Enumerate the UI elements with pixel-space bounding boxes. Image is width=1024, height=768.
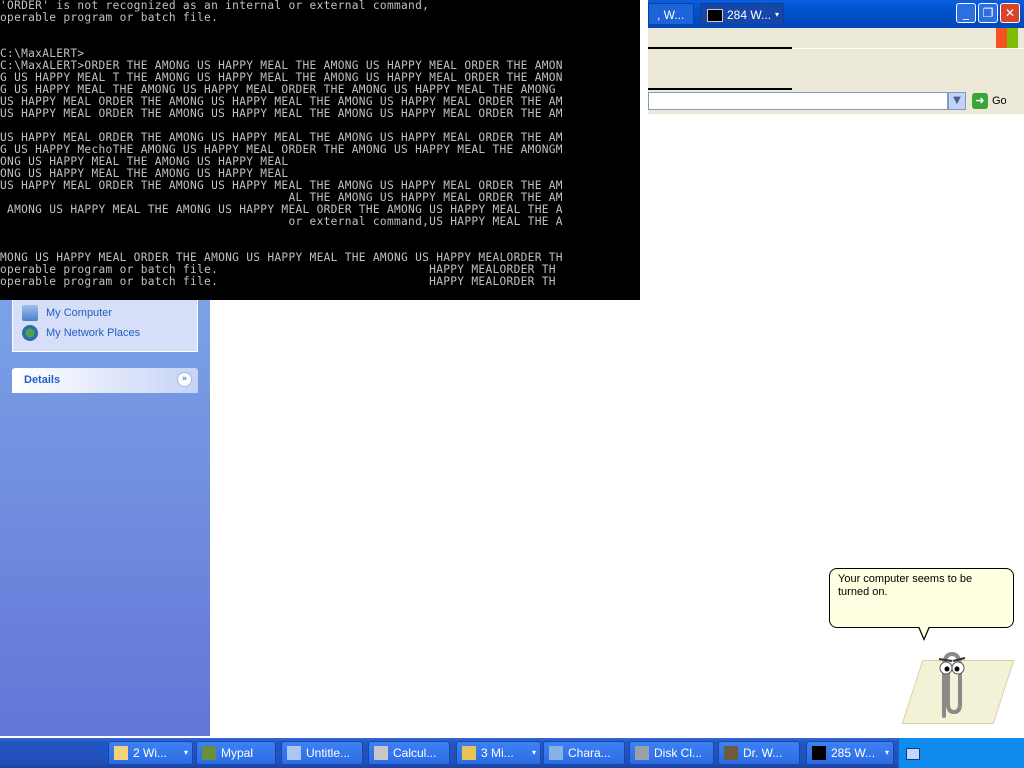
place-label: My Network Places xyxy=(46,327,141,339)
taskbar-button[interactable]: Untitle... xyxy=(281,741,363,765)
close-button[interactable]: ✕ xyxy=(1000,3,1020,23)
go-label: Go xyxy=(992,95,1007,107)
title-tab-1-label: , W... xyxy=(657,8,685,22)
clippy-speech-balloon: Your computer seems to be turned on. xyxy=(829,568,1014,628)
go-button[interactable]: ➜ Go xyxy=(972,92,1022,110)
address-dropdown-button[interactable]: ▼ xyxy=(948,92,966,110)
address-input[interactable] xyxy=(648,92,948,110)
taskbar-button-label: 285 W... xyxy=(831,746,876,760)
title-tab-1[interactable]: , W... xyxy=(648,3,694,25)
keyboard-icon[interactable] xyxy=(906,748,920,760)
taskbar-button-label: Untitle... xyxy=(306,746,351,760)
command-prompt-window[interactable]: 'ORDER' is not recognized as an internal… xyxy=(0,0,640,300)
menu-bar xyxy=(648,28,1024,48)
chevron-down-icon: ▾ xyxy=(774,10,779,19)
console-line: or external command,US HAPPY MEAL THE A xyxy=(0,215,563,228)
task-pane xyxy=(0,300,210,736)
cmd-icon xyxy=(707,9,723,23)
console-line: US HAPPY MEAL ORDER THE AMONG US HAPPY M… xyxy=(0,107,563,120)
taskbar-button[interactable]: 2 Wi... ▾ xyxy=(108,741,193,765)
cmd-icon xyxy=(812,746,826,760)
folder-icon xyxy=(114,746,128,760)
calculator-icon xyxy=(374,746,388,760)
disk-cleanup-icon xyxy=(635,746,649,760)
charmap-icon xyxy=(549,746,563,760)
place-my-computer[interactable]: My Computer xyxy=(22,304,112,322)
place-my-network[interactable]: My Network Places xyxy=(22,324,140,342)
chevron-down-icon: ▾ xyxy=(183,748,188,757)
place-label: My Computer xyxy=(46,307,113,319)
taskbar-button[interactable]: Calcul... xyxy=(368,741,450,765)
taskbar-button[interactable]: Mypal xyxy=(196,741,276,765)
console-line: operable program or batch file. xyxy=(0,11,219,24)
taskbar-button[interactable]: Dr. W... xyxy=(718,741,800,765)
toolbar-divider xyxy=(648,47,792,49)
details-label: Details xyxy=(24,374,61,386)
expand-chevron-icon[interactable]: » xyxy=(177,372,192,387)
go-arrow-icon: ➜ xyxy=(972,93,988,110)
notepad-icon xyxy=(287,746,301,760)
taskbar-button[interactable]: 3 Mi... ▾ xyxy=(456,741,541,765)
console-line: operable program or batch file. HAPPY ME… xyxy=(0,275,556,288)
taskbar-button-label: Dr. W... xyxy=(743,746,783,760)
taskbar-button-label: 2 Wi... xyxy=(133,746,168,760)
browser-icon xyxy=(202,746,216,760)
clippy-paperclip-icon[interactable] xyxy=(932,646,970,720)
balloon-tail-inner xyxy=(919,626,929,638)
taskbar-button[interactable]: 285 W... ▾ xyxy=(806,741,894,765)
taskbar-button-label: 3 Mi... xyxy=(481,746,514,760)
chevron-down-icon: ▾ xyxy=(884,748,889,757)
title-tab-2[interactable]: 284 W... ▾ xyxy=(700,3,784,25)
network-places-icon xyxy=(22,325,38,342)
app-icon xyxy=(462,746,476,760)
maximize-button[interactable]: ❐ xyxy=(978,3,998,23)
details-header[interactable]: Details » xyxy=(12,368,198,393)
clippy-message: Your computer seems to be turned on. xyxy=(838,573,973,598)
minimize-button[interactable]: _ xyxy=(956,3,976,23)
taskbar-button-label: Mypal xyxy=(221,746,254,760)
title-tab-2-label: 284 W... xyxy=(727,8,772,22)
toolbar xyxy=(648,48,1024,92)
my-computer-icon xyxy=(22,305,38,322)
taskbar-button[interactable]: Disk Cl... xyxy=(629,741,714,765)
taskbar-button-label: Calcul... xyxy=(393,746,437,760)
taskbar-button-label: Disk Cl... xyxy=(654,746,702,760)
drwatson-icon xyxy=(724,746,738,760)
windows-logo-icon xyxy=(996,28,1018,48)
taskbar-button[interactable]: Chara... xyxy=(543,741,625,765)
chevron-down-icon: ▾ xyxy=(531,748,536,757)
taskbar-button-label: Chara... xyxy=(568,746,611,760)
